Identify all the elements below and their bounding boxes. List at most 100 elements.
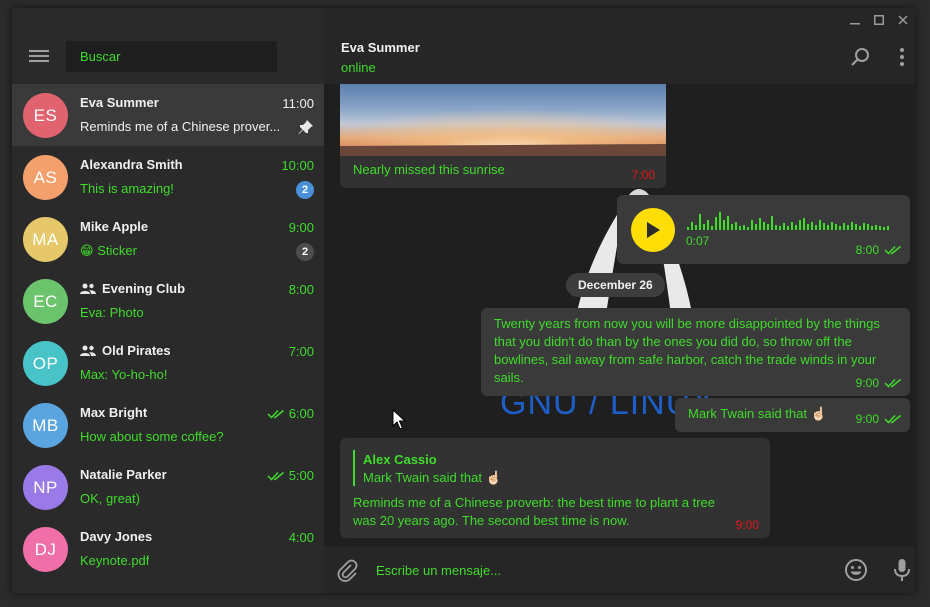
chat-item-natalie-parker[interactable]: NP Natalie Parker 5:00 OK, great) — [12, 456, 324, 518]
sidebar: ES Eva Summer 11:00 Reminds me of a Chin… — [12, 8, 324, 593]
chat-name-text: Evening Club — [102, 281, 186, 296]
message-input[interactable] — [376, 558, 776, 582]
mouse-cursor-icon — [392, 409, 406, 430]
chat-preview: Max: Yo-ho-ho! — [80, 367, 168, 382]
chat-name: Evening Club — [80, 281, 185, 296]
chat-preview: This is amazing! — [80, 181, 174, 196]
chat-time-text: 8:00 — [288, 282, 314, 297]
message-composer — [324, 546, 915, 593]
message-time: 9:00 — [856, 412, 902, 426]
chat-item-eva-summer[interactable]: ES Eva Summer 11:00 Reminds me of a Chin… — [12, 84, 324, 146]
chat-time-text: 6:00 — [288, 406, 314, 421]
maximize-icon — [874, 15, 884, 25]
conversation-pane: Eva Summer online GNU / LINUX Nearly mis… — [324, 8, 915, 593]
reply-quoted-text[interactable]: Mark Twain said that ☝🏻 — [363, 470, 502, 486]
avatar: NP — [23, 465, 68, 510]
quote-message[interactable]: Twenty years from now you will be more d… — [481, 308, 910, 396]
maximize-button[interactable] — [867, 8, 891, 32]
chat-name-text: Max Bright — [80, 405, 148, 420]
double-check-icon — [267, 409, 284, 419]
chat-time-text: 4:00 — [288, 530, 314, 545]
group-icon — [80, 283, 96, 294]
close-button[interactable] — [891, 8, 915, 32]
chat-list: ES Eva Summer 11:00 Reminds me of a Chin… — [12, 84, 324, 593]
microphone-icon[interactable] — [890, 558, 914, 582]
sticker-emoji-icon: 😁 — [80, 243, 94, 258]
date-separator: December 26 — [566, 273, 665, 297]
minimize-button[interactable] — [843, 8, 867, 32]
message-time: 9:00 — [736, 518, 759, 532]
chat-name-text: Alexandra Smith — [80, 157, 183, 172]
chat-preview-text: Sticker — [97, 243, 137, 258]
avatar: AS — [23, 155, 68, 200]
hamburger-menu-icon[interactable] — [29, 47, 49, 67]
message-time: 9:00 — [856, 376, 902, 390]
voice-duration: 0:07 — [686, 234, 710, 248]
sunrise-photo[interactable] — [340, 84, 666, 156]
double-check-icon — [884, 378, 901, 388]
chat-time: 8:00 — [289, 282, 314, 297]
chat-name-text: Eva Summer — [80, 95, 159, 110]
chat-name: Davy Jones — [80, 529, 152, 544]
chat-time-text: 9:00 — [288, 220, 314, 235]
message-time-text: 9:00 — [855, 412, 879, 426]
minimize-icon — [850, 23, 860, 25]
chat-item-davy-jones[interactable]: DJ Davy Jones 4:00 Keynote.pdf — [12, 518, 324, 580]
chat-name-text: Mike Apple — [80, 219, 149, 234]
double-check-icon — [884, 245, 901, 255]
chat-preview: OK, great) — [80, 491, 140, 506]
sunrise-image — [340, 84, 666, 156]
chat-preview: How about some coffee? — [80, 429, 224, 444]
attach-icon[interactable] — [335, 558, 359, 582]
chat-name: Natalie Parker — [80, 467, 167, 482]
attribution-message[interactable]: Mark Twain said that ☝🏻 9:00 — [675, 398, 910, 432]
chat-time: 11:00 — [282, 96, 314, 111]
play-button[interactable] — [631, 208, 675, 252]
avatar: OP — [23, 341, 68, 386]
chat-item-old-pirates[interactable]: OP Old Pirates 7:00 Max: Yo-ho-ho! — [12, 332, 324, 394]
unread-badge: 2 — [296, 243, 314, 261]
avatar: MB — [23, 403, 68, 448]
unread-badge: 2 — [296, 181, 314, 199]
double-check-icon — [267, 471, 284, 481]
message-area[interactable]: GNU / LINUX Nearly missed this sunrise 7… — [324, 84, 915, 546]
chat-header: Eva Summer online — [324, 8, 915, 84]
contact-name[interactable]: Eva Summer — [341, 40, 420, 55]
search-input[interactable] — [66, 41, 277, 72]
waveform-icon[interactable] — [687, 210, 893, 230]
photo-caption: Nearly missed this sunrise — [353, 162, 505, 177]
message-time-text: 9:00 — [855, 376, 879, 390]
avatar: DJ — [23, 527, 68, 572]
message-time-text: 8:00 — [855, 243, 879, 257]
reply-message[interactable]: Alex Cassio Mark Twain said that ☝🏻 Remi… — [340, 438, 770, 538]
chat-item-alexandra-smith[interactable]: AS Alexandra Smith 10:00 This is amazing… — [12, 146, 324, 208]
chat-preview: Reminds me of a Chinese prover... — [80, 119, 281, 134]
search-icon[interactable] — [850, 46, 872, 68]
chat-name-text: Natalie Parker — [80, 467, 167, 482]
close-icon — [898, 15, 908, 25]
chat-name: Mike Apple — [80, 219, 148, 234]
app-window: ES Eva Summer 11:00 Reminds me of a Chin… — [12, 8, 915, 593]
chat-time-text: 10:00 — [281, 158, 314, 173]
message-text: Reminds me of a Chinese proverb: the bes… — [353, 495, 716, 528]
double-check-icon — [884, 414, 901, 424]
message-time-text: 9:00 — [735, 518, 759, 532]
chat-time: 7:00 — [289, 344, 314, 359]
chat-time: 6:00 — [267, 406, 314, 421]
chat-item-max-bright[interactable]: MB Max Bright 6:00 How about some coffee… — [12, 394, 324, 456]
chat-item-evening-club[interactable]: EC Evening Club 8:00 Eva: Photo — [12, 270, 324, 332]
emoji-icon[interactable] — [844, 558, 868, 582]
search-box[interactable] — [66, 41, 277, 72]
chat-time-text: 5:00 — [288, 468, 314, 483]
reply-author[interactable]: Alex Cassio — [363, 452, 437, 467]
voice-message[interactable]: 0:07 8:00 — [617, 195, 910, 264]
chat-item-mike-apple[interactable]: MA Mike Apple 9:00 😁 Sticker 2 — [12, 208, 324, 270]
chat-preview: Keynote.pdf — [80, 553, 150, 568]
chat-preview: 😁 Sticker — [80, 243, 137, 259]
chat-name: Old Pirates — [80, 343, 171, 358]
chat-name: Eva Summer — [80, 95, 159, 110]
message-text: Twenty years from now you will be more d… — [494, 316, 880, 385]
more-options-icon[interactable] — [891, 46, 913, 68]
play-icon — [647, 222, 660, 238]
photo-message[interactable]: Nearly missed this sunrise 7:00 — [340, 84, 666, 188]
